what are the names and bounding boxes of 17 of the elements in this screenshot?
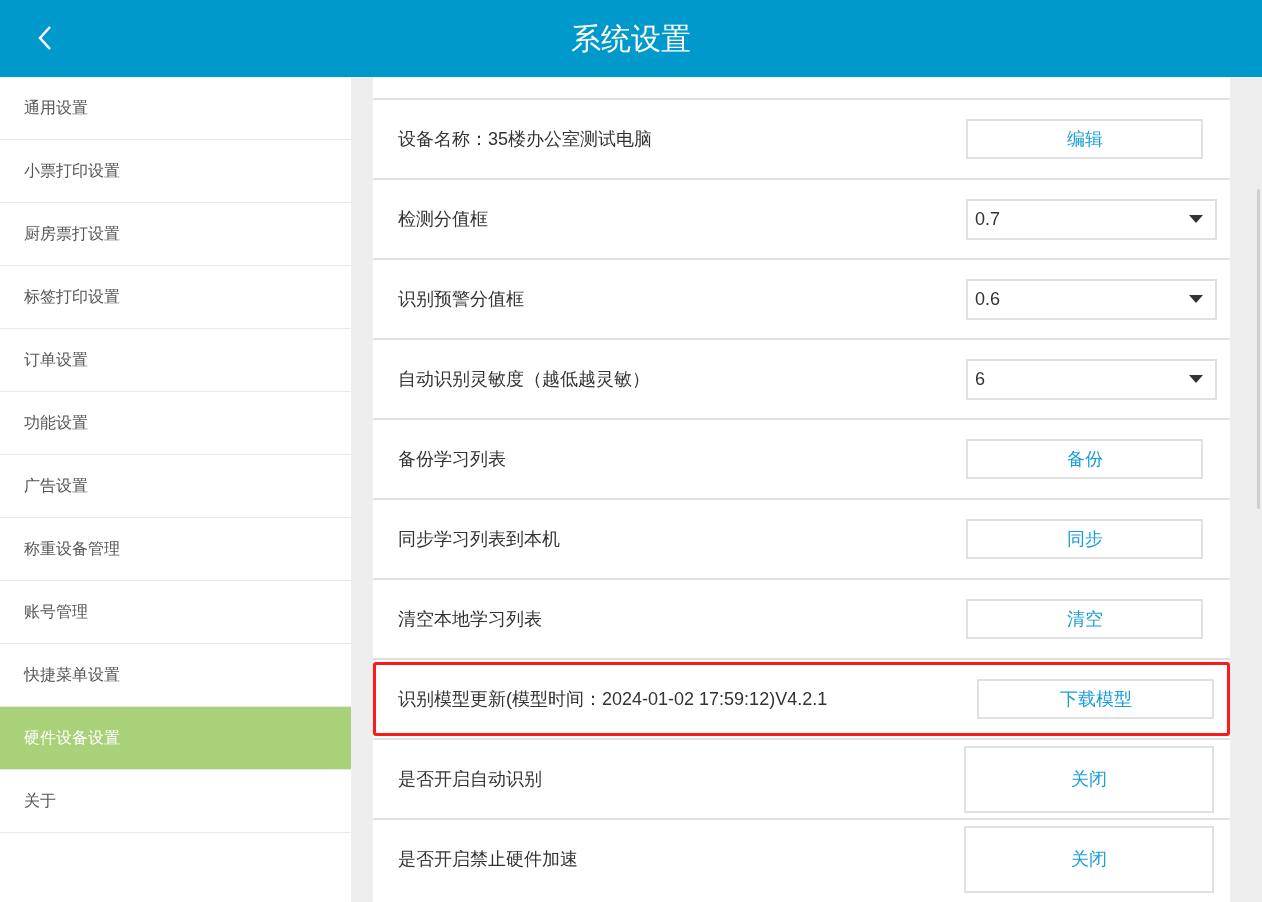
dropdown[interactable]: 0.7 <box>966 198 1217 240</box>
setting-label: 是否开启禁止硬件加速 <box>398 847 578 871</box>
setting-label: 同步学习列表到本机 <box>398 527 560 551</box>
setting-label: 检测分值框 <box>398 207 488 231</box>
setting-label: 自动识别灵敏度（越低越灵敏） <box>398 367 650 391</box>
setting-label: 清空本地学习列表 <box>398 607 542 631</box>
setting-label: 备份学习列表 <box>398 447 506 471</box>
setting-label: 是否开启自动识别 <box>398 767 542 791</box>
dropdown[interactable]: 0.6 <box>966 278 1217 320</box>
setting-label: 设备名称：35楼办公室测试电脑 <box>398 127 653 151</box>
setting-label: 识别模型更新(模型时间：2024-01-02 17:59:12)V4.2.1 <box>398 687 828 711</box>
page-title: 系统设置 <box>571 21 691 57</box>
setting-label: 识别预警分值框 <box>398 287 524 311</box>
caret-icon <box>1189 295 1203 303</box>
caret-icon <box>1189 215 1203 223</box>
caret-icon <box>1189 375 1203 383</box>
dropdown[interactable]: 6 <box>966 358 1217 400</box>
